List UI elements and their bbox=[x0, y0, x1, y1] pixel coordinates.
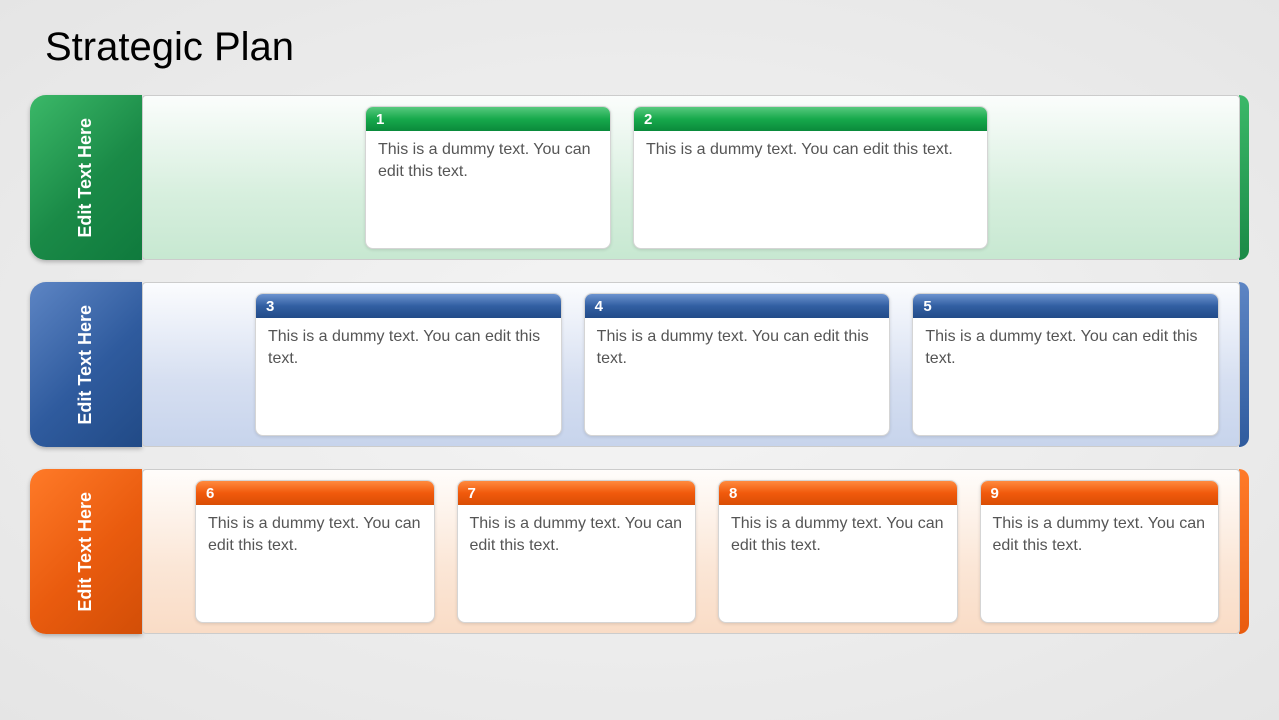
row-2-tab-label: Edit Text Here bbox=[75, 305, 97, 425]
row-3: Edit Text Here 6 This is a dummy text. Y… bbox=[30, 469, 1249, 634]
card-4: 4 This is a dummy text. You can edit thi… bbox=[584, 293, 891, 436]
card-1: 1 This is a dummy text. You can edit thi… bbox=[365, 106, 611, 249]
card-3-text: This is a dummy text. You can edit this … bbox=[256, 318, 561, 377]
card-8: 8 This is a dummy text. You can edit thi… bbox=[718, 480, 958, 623]
row-3-band: 6 This is a dummy text. You can edit thi… bbox=[142, 469, 1240, 634]
spacer bbox=[163, 480, 173, 623]
row-3-tab-label: Edit Text Here bbox=[75, 492, 97, 612]
card-9: 9 This is a dummy text. You can edit thi… bbox=[980, 480, 1220, 623]
row-1-band: 1 This is a dummy text. You can edit thi… bbox=[142, 95, 1240, 260]
card-1-text: This is a dummy text. You can edit this … bbox=[366, 131, 610, 190]
card-7-text: This is a dummy text. You can edit this … bbox=[458, 505, 696, 564]
card-3: 3 This is a dummy text. You can edit thi… bbox=[255, 293, 562, 436]
card-7: 7 This is a dummy text. You can edit thi… bbox=[457, 480, 697, 623]
card-8-text: This is a dummy text. You can edit this … bbox=[719, 505, 957, 564]
spacer bbox=[163, 106, 343, 249]
row-2-tab: Edit Text Here bbox=[30, 282, 142, 447]
card-5-number: 5 bbox=[913, 294, 1218, 318]
row-1-endcap bbox=[1239, 95, 1249, 260]
card-1-number: 1 bbox=[366, 107, 610, 131]
card-8-number: 8 bbox=[719, 481, 957, 505]
card-4-text: This is a dummy text. You can edit this … bbox=[585, 318, 890, 377]
card-3-number: 3 bbox=[256, 294, 561, 318]
row-2-band: 3 This is a dummy text. You can edit thi… bbox=[142, 282, 1240, 447]
card-5: 5 This is a dummy text. You can edit thi… bbox=[912, 293, 1219, 436]
slide: Strategic Plan Edit Text Here 1 This is … bbox=[0, 0, 1279, 720]
card-2-number: 2 bbox=[634, 107, 987, 131]
card-9-text: This is a dummy text. You can edit this … bbox=[981, 505, 1219, 564]
card-2-text: This is a dummy text. You can edit this … bbox=[634, 131, 987, 169]
row-2: Edit Text Here 3 This is a dummy text. Y… bbox=[30, 282, 1249, 447]
spacer bbox=[1010, 106, 1150, 249]
card-2: 2 This is a dummy text. You can edit thi… bbox=[633, 106, 988, 249]
row-2-endcap bbox=[1239, 282, 1249, 447]
row-1-tab-label: Edit Text Here bbox=[75, 118, 97, 238]
card-6-number: 6 bbox=[196, 481, 434, 505]
rows-container: Edit Text Here 1 This is a dummy text. Y… bbox=[0, 95, 1279, 634]
card-5-text: This is a dummy text. You can edit this … bbox=[913, 318, 1218, 377]
row-1-tab: Edit Text Here bbox=[30, 95, 142, 260]
row-1: Edit Text Here 1 This is a dummy text. Y… bbox=[30, 95, 1249, 260]
card-6: 6 This is a dummy text. You can edit thi… bbox=[195, 480, 435, 623]
row-3-endcap bbox=[1239, 469, 1249, 634]
spacer bbox=[163, 293, 233, 436]
card-7-number: 7 bbox=[458, 481, 696, 505]
row-3-tab: Edit Text Here bbox=[30, 469, 142, 634]
card-6-text: This is a dummy text. You can edit this … bbox=[196, 505, 434, 564]
card-4-number: 4 bbox=[585, 294, 890, 318]
card-9-number: 9 bbox=[981, 481, 1219, 505]
slide-title: Strategic Plan bbox=[45, 25, 1279, 70]
